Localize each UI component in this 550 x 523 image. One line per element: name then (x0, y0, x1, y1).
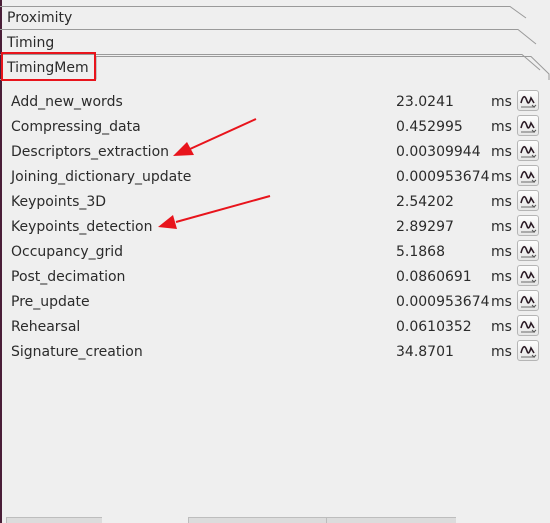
plot-icon (520, 220, 537, 233)
timing-row: Post_decimation 0.0860691 ms (0, 264, 550, 289)
stat-value: 0.00309944 (396, 144, 481, 160)
stat-value: 0.452995 (396, 119, 463, 135)
stat-value: 2.89297 (396, 219, 454, 235)
plot-button[interactable] (517, 265, 539, 286)
timing-row: Compressing_data 0.452995 ms (0, 114, 550, 139)
plot-button[interactable] (517, 290, 539, 311)
bottom-tab[interactable] (188, 517, 326, 523)
plot-icon (520, 170, 537, 183)
plot-icon (520, 270, 537, 283)
stat-value: 0.000953674 (396, 294, 490, 310)
timing-row: Rehearsal 0.0610352 ms (0, 314, 550, 339)
stat-label: Pre_update (11, 294, 90, 310)
timing-row: Occupancy_grid 5.1868 ms (0, 239, 550, 264)
timing-row: Pre_update 0.000953674 ms (0, 289, 550, 314)
plot-icon (520, 145, 537, 158)
plot-button[interactable] (517, 115, 539, 136)
stat-unit: ms (491, 194, 512, 210)
stat-unit: ms (491, 294, 512, 310)
stat-label: Compressing_data (11, 119, 141, 135)
plot-button[interactable] (517, 165, 539, 186)
stat-unit: ms (491, 319, 512, 335)
stat-label: Descriptors_extraction (11, 144, 170, 160)
stat-value: 34.8701 (396, 344, 454, 360)
stat-label: Keypoints_3D (11, 194, 107, 210)
timing-row: Add_new_words 23.0241 ms (0, 89, 550, 114)
plot-button[interactable] (517, 240, 539, 261)
plot-button[interactable] (517, 90, 539, 111)
stat-value: 0.000953674 (396, 169, 490, 185)
tab-proximity[interactable]: Proximity (7, 6, 72, 31)
stat-unit: ms (491, 119, 512, 135)
timing-row: Signature_creation 34.8701 ms (0, 339, 550, 364)
plot-button[interactable] (517, 140, 539, 161)
timing-row: Keypoints_3D 2.54202 ms (0, 189, 550, 214)
timing-row: Descriptors_extraction 0.00309944 ms (0, 139, 550, 164)
plot-button[interactable] (517, 315, 539, 336)
plot-button[interactable] (517, 215, 539, 236)
stat-unit: ms (491, 219, 512, 235)
plot-icon (520, 320, 537, 333)
timing-row: Keypoints_detection 2.89297 ms (0, 214, 550, 239)
plot-icon (520, 95, 537, 108)
plot-button[interactable] (517, 340, 539, 361)
bottom-tab[interactable] (6, 517, 102, 523)
tab-highlight-box (1, 52, 96, 81)
stat-unit: ms (491, 94, 512, 110)
stat-value: 23.0241 (396, 94, 454, 110)
stat-label: Add_new_words (11, 94, 123, 110)
plot-icon (520, 245, 537, 258)
stat-unit: ms (491, 344, 512, 360)
stat-label: Signature_creation (11, 344, 143, 360)
stat-label: Rehearsal (11, 319, 81, 335)
stat-label: Joining_dictionary_update (11, 169, 192, 185)
stat-value: 0.0610352 (396, 319, 472, 335)
stat-unit: ms (491, 269, 512, 285)
plot-icon (520, 195, 537, 208)
bottom-tab[interactable] (326, 517, 456, 523)
plot-button[interactable] (517, 190, 539, 211)
timing-row: Joining_dictionary_update 0.000953674 ms (0, 164, 550, 189)
stat-unit: ms (491, 169, 512, 185)
stat-label: Post_decimation (11, 269, 126, 285)
stat-unit: ms (491, 144, 512, 160)
stat-value: 2.54202 (396, 194, 454, 210)
stat-value: 0.0860691 (396, 269, 472, 285)
stat-label: Keypoints_detection (11, 219, 153, 235)
stat-label: Occupancy_grid (11, 244, 124, 260)
plot-icon (520, 120, 537, 133)
plot-icon (520, 345, 537, 358)
plot-icon (520, 295, 537, 308)
stat-value: 5.1868 (396, 244, 445, 260)
stat-unit: ms (491, 244, 512, 260)
